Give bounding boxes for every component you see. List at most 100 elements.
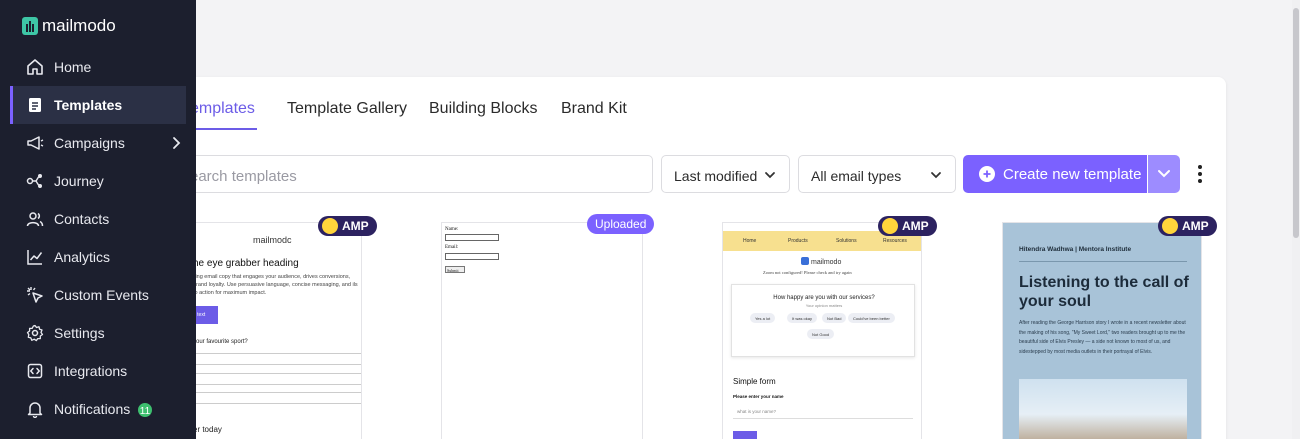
create-new-template-button[interactable]: Create new template [963,155,1147,193]
template-nav-solutions: Solutions [836,238,857,244]
sidebar-item-journey[interactable]: Journey [10,162,186,200]
sidebar-item-campaigns[interactable]: Campaigns [10,124,186,162]
sidebar-item-label: Settings [54,325,105,341]
amp-badge: AMP [878,216,937,236]
active-tab-indicator [190,128,257,130]
tab-my-templates[interactable]: emplates [190,100,255,118]
template-card-4[interactable]: Hitendra Wadhwa | Mentora Institute List… [1002,222,1202,439]
survey-option: It was okay [787,313,818,323]
sidebar-item-custom-events[interactable]: Custom Events [10,276,186,314]
form-field-input: what is your name? [733,405,913,419]
sidebar-item-notifications[interactable]: Notifications 11 [10,390,186,428]
form-email-input [445,253,499,260]
sidebar-item-integrations[interactable]: Integrations [10,352,186,390]
template-card-3[interactable]: Home Products Solutions Resources mailmo… [722,222,922,439]
chevron-right-icon [173,137,181,149]
sidebar-item-label: Analytics [54,249,111,265]
template-survey-box: How happy are you with our services? You… [731,284,915,357]
newsletter-divider [1019,261,1187,262]
sidebar-item-label: Custom Events [54,287,149,303]
email-type-dropdown[interactable]: All email types [798,155,956,193]
users-icon [26,212,44,227]
lightning-icon [1162,218,1178,234]
sort-dropdown-value: Last modified [674,168,758,184]
plus-circle-icon [979,166,995,182]
uploaded-badge: Uploaded [587,214,655,234]
sort-dropdown[interactable]: Last modified [661,155,790,193]
template-option-field [183,353,361,365]
newsletter-image [1019,379,1187,439]
gear-icon [26,324,44,342]
chevron-down-icon [765,172,775,179]
form-name-label: Name: [445,227,459,232]
sidebar-item-templates[interactable]: Templates [10,86,186,124]
bell-icon [27,402,43,418]
sidebar-item-label: Templates [54,97,123,113]
template-body: lling email copy that engages your audie… [193,274,358,296]
create-new-template-label: Create new template [1003,166,1142,183]
form-field-label: Please enter your name [733,394,784,399]
form-submit-button [733,431,757,439]
newsletter-author: Hitendra Wadhwa | Mentora Institute [1019,246,1132,253]
sidebar-item-label: Home [54,59,92,75]
form-email-label: Email: [445,245,459,250]
form-submit: Submit [445,266,465,273]
analytics-icon [27,250,43,265]
survey-option: Not Good [807,329,835,339]
survey-subtitle: Your opinion matters [805,303,843,308]
chevron-down-icon [1158,170,1170,178]
document-icon [29,98,41,112]
sidebar-item-settings[interactable]: Settings [10,314,186,352]
template-option-field [183,373,361,385]
mailmodo-logo-icon [22,17,38,35]
form-name-input [445,234,499,241]
template-nav-resources: Resources [883,238,907,244]
search-input[interactable]: earch templates [175,155,653,193]
home-icon [27,59,43,75]
template-card-2[interactable]: Name: Email: Submit [441,222,643,439]
sidebar-item-analytics[interactable]: Analytics [10,238,186,276]
form-title: Simple form [733,377,776,386]
template-warning: Zoom not configured! Please check and tr… [763,270,852,275]
amp-badge: AMP [1158,216,1217,236]
template-logo: mailmodo [801,257,841,266]
sidebar-item-home[interactable]: Home [10,48,186,86]
amp-badge: AMP [318,216,377,236]
sidebar-item-label: Integrations [54,363,128,379]
journey-icon [26,174,42,188]
template-heading: he eye grabber heading [193,258,299,269]
more-options-icon[interactable] [1190,163,1210,185]
cursor-click-icon [27,287,43,303]
lightning-icon [882,218,898,234]
newsletter-body: After reading the George Harrison story … [1019,320,1186,355]
sidebar-item-label: Contacts [54,211,110,227]
survey-option: Not Bad [822,313,847,323]
sidebar-item-label: Campaigns [54,135,125,151]
template-nav-products: Products [788,238,808,244]
template-question: your favourite sport? [193,339,248,345]
page-scrollbar-thumb[interactable] [1293,8,1299,238]
survey-option: Yes a lot [750,313,776,323]
survey-option: Could've been better [848,313,895,323]
template-footer: er today [193,425,222,434]
brand-name: mailmodo [42,16,116,35]
template-logo: mailmodc [253,235,292,245]
template-nav-home: Home [743,238,757,244]
megaphone-icon [27,136,44,150]
sidebar: mailmodo Home Templates Campaigns Journe… [0,0,196,439]
tab-template-gallery[interactable]: Template Gallery [287,100,407,118]
integrations-icon [27,363,43,379]
newsletter-title: Listening to the call of your soul [1019,274,1189,310]
sidebar-item-label: Notifications [54,401,131,417]
lightning-icon [322,218,338,234]
survey-question: How happy are you with our services? [773,295,875,301]
create-options-button[interactable] [1148,155,1180,193]
sidebar-item-label: Journey [54,173,104,189]
chevron-down-icon [931,172,941,179]
tab-brand-kit[interactable]: Brand Kit [561,100,627,118]
template-option-field [183,392,361,404]
notification-count-badge: 11 [136,401,154,419]
sidebar-item-contacts[interactable]: Contacts [10,200,186,238]
email-type-dropdown-value: All email types [811,168,902,184]
tab-building-blocks[interactable]: Building Blocks [429,100,538,118]
